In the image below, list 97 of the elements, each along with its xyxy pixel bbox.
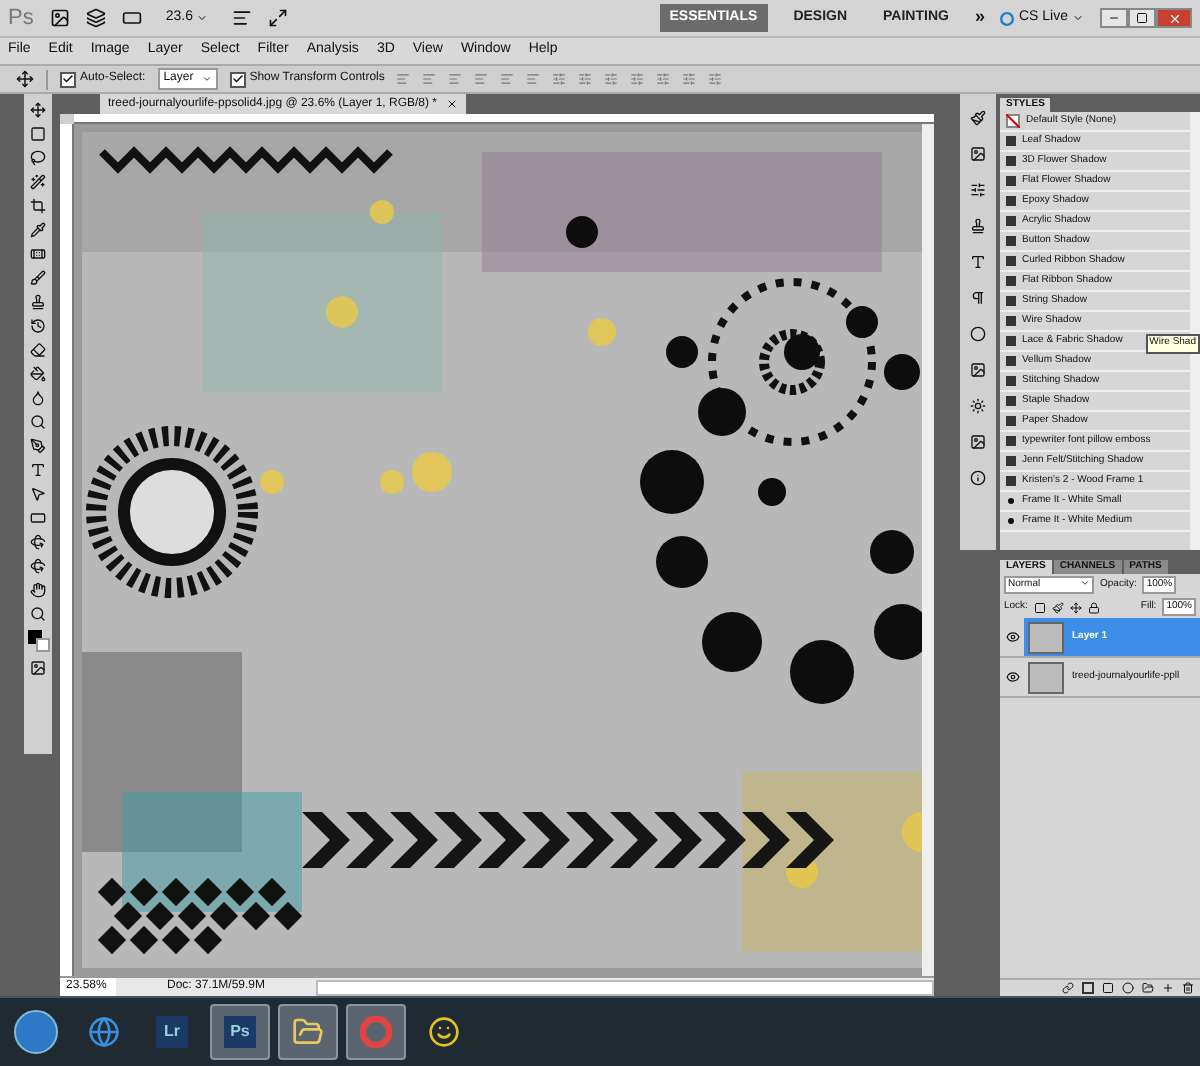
style-swatch-icon bbox=[1006, 436, 1016, 446]
lock-pixels-icon[interactable] bbox=[1051, 601, 1064, 613]
picture-panel-icon[interactable] bbox=[970, 434, 986, 450]
style-swatch-icon bbox=[1006, 216, 1016, 226]
rotate-3d-icon[interactable] bbox=[30, 534, 46, 550]
distribute-icon[interactable] bbox=[604, 72, 619, 86]
lock-all-icon[interactable] bbox=[1087, 601, 1100, 613]
taskbar-button[interactable]: Ps bbox=[210, 1004, 270, 1060]
maximize-icon bbox=[1136, 12, 1148, 24]
style-swatch-icon bbox=[1006, 376, 1016, 386]
bandage-tool-icon[interactable] bbox=[30, 246, 46, 262]
style-swatch-icon bbox=[1006, 356, 1016, 366]
minimize-icon bbox=[1108, 12, 1120, 24]
style-swatch-icon bbox=[1006, 456, 1016, 466]
caret-icon bbox=[1072, 12, 1084, 24]
stamp-panel-icon[interactable] bbox=[970, 218, 986, 234]
more-workspaces[interactable]: » bbox=[974, 4, 985, 32]
layer-thumbnail bbox=[1028, 621, 1064, 653]
style-swatch-icon bbox=[1006, 296, 1016, 306]
app-label: Ps bbox=[224, 1016, 256, 1048]
taskbar-button[interactable]: Lr bbox=[142, 1004, 202, 1060]
marquee-tool-icon[interactable] bbox=[30, 126, 46, 142]
new-layer-icon[interactable] bbox=[1162, 982, 1174, 994]
bucket-tool-icon[interactable] bbox=[30, 366, 46, 382]
type-tool-icon[interactable] bbox=[30, 462, 46, 478]
folder-icon[interactable] bbox=[1142, 982, 1154, 994]
distribute-icon[interactable] bbox=[552, 72, 567, 86]
smiley-icon bbox=[428, 1016, 460, 1048]
stamp-tool-icon[interactable] bbox=[30, 294, 46, 310]
style-swatch-icon bbox=[1006, 396, 1016, 406]
sun-panel-icon[interactable] bbox=[970, 398, 986, 414]
zoom-tool-icon[interactable] bbox=[30, 606, 46, 622]
close-icon bbox=[1167, 11, 1181, 25]
ring-icon bbox=[1000, 11, 1015, 25]
crop-tool-icon[interactable] bbox=[30, 198, 46, 214]
style-swatch-icon bbox=[1006, 256, 1016, 266]
distribute-icon[interactable] bbox=[578, 72, 593, 86]
lock-transparency-icon[interactable] bbox=[1033, 601, 1046, 613]
info-icon[interactable] bbox=[970, 470, 986, 486]
pen-tool-icon[interactable] bbox=[30, 438, 46, 454]
checkbox[interactable] bbox=[229, 71, 246, 87]
style-swatch-icon bbox=[1006, 316, 1016, 326]
horizontal-scrollbar[interactable] bbox=[316, 979, 934, 995]
selection-tool-icon[interactable] bbox=[30, 486, 46, 502]
visibility-icon[interactable] bbox=[1005, 630, 1019, 644]
style-swatch-icon bbox=[1006, 476, 1016, 486]
hand-tool-icon[interactable] bbox=[30, 582, 46, 598]
history-brush-icon[interactable] bbox=[30, 318, 46, 334]
taskbar-button[interactable] bbox=[278, 1004, 338, 1060]
distribute-icon[interactable] bbox=[630, 72, 645, 86]
wand-tool-icon[interactable] bbox=[30, 174, 46, 190]
color-swatches-icon[interactable] bbox=[27, 630, 49, 652]
visibility-icon[interactable] bbox=[1005, 670, 1019, 684]
no-style-icon bbox=[1006, 114, 1020, 128]
app-logo: Ps bbox=[8, 3, 34, 34]
style-swatch-icon bbox=[1006, 236, 1016, 246]
brush-panel-icon[interactable] bbox=[970, 110, 986, 126]
style-swatch-icon bbox=[1006, 156, 1016, 166]
eraser-tool-icon[interactable] bbox=[30, 342, 46, 358]
image-panel-icon[interactable] bbox=[970, 362, 986, 378]
distribute-icon[interactable] bbox=[656, 72, 671, 86]
brush-tool-icon[interactable] bbox=[30, 270, 46, 286]
orbit-3d-icon[interactable] bbox=[30, 558, 46, 574]
browser-icon bbox=[88, 1016, 120, 1048]
link-icon[interactable] bbox=[1062, 982, 1074, 994]
caret-icon bbox=[196, 12, 209, 24]
blur-tool-icon[interactable] bbox=[30, 390, 46, 406]
caret-icon bbox=[201, 74, 212, 84]
lasso-tool-icon[interactable] bbox=[30, 150, 46, 166]
move-tool-icon[interactable] bbox=[16, 70, 34, 88]
checkbox[interactable] bbox=[60, 71, 76, 87]
style-swatch-icon bbox=[1006, 276, 1016, 286]
start-orb-icon bbox=[14, 1010, 58, 1054]
layer-thumbnail bbox=[1028, 661, 1064, 693]
app-label: Lr bbox=[156, 1016, 188, 1048]
style-swatch-icon bbox=[1006, 416, 1016, 426]
style-swatch-icon bbox=[1006, 196, 1016, 206]
lock-position-icon[interactable] bbox=[1069, 601, 1082, 613]
style-swatch-icon bbox=[1006, 176, 1016, 186]
trash-icon[interactable] bbox=[1182, 982, 1194, 994]
caret-icon bbox=[1080, 577, 1090, 588]
move-tool-icon[interactable] bbox=[30, 102, 46, 118]
folder-icon bbox=[292, 1016, 324, 1048]
style-swatch-icon bbox=[1006, 336, 1016, 346]
style-swatch-icon bbox=[1006, 136, 1016, 146]
vertical-scrollbar[interactable] bbox=[922, 124, 934, 976]
paragraph-panel-icon[interactable] bbox=[970, 290, 986, 306]
distribute-icon[interactable] bbox=[682, 72, 697, 86]
adjustments-icon[interactable] bbox=[970, 182, 986, 198]
auto-align-icon[interactable] bbox=[708, 72, 723, 86]
close-icon[interactable] bbox=[445, 98, 458, 110]
ring-icon bbox=[360, 1016, 392, 1048]
maximize-button[interactable] bbox=[1128, 8, 1156, 28]
eyedropper-tool-icon[interactable] bbox=[30, 222, 46, 238]
character-panel-icon[interactable] bbox=[970, 254, 986, 270]
shape-tool-icon[interactable] bbox=[30, 510, 46, 526]
close-button[interactable] bbox=[1156, 8, 1192, 28]
